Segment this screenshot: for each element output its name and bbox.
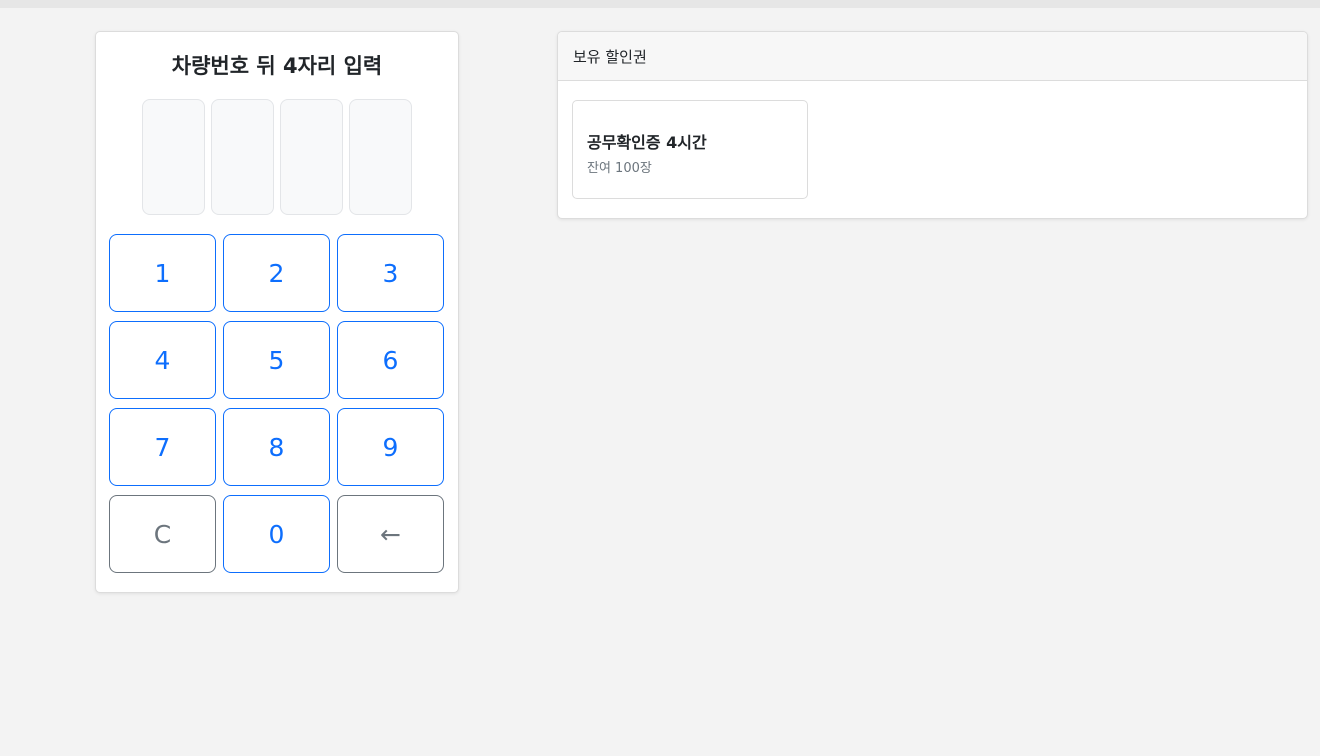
backspace-button[interactable]: ← [337,495,444,573]
coupon-name: 공무확인증 4시간 [587,133,707,152]
coupon-panel-header: 보유 할인권 [558,32,1307,81]
clear-button[interactable]: C [109,495,216,573]
key-9[interactable]: 9 [337,408,444,486]
digit-box-4 [349,99,412,215]
coupon-card[interactable]: 공무확인증 4시간 잔여 100장 [572,100,808,199]
key-1[interactable]: 1 [109,234,216,312]
key-6[interactable]: 6 [337,321,444,399]
key-8[interactable]: 8 [223,408,330,486]
key-5[interactable]: 5 [223,321,330,399]
digit-box-1 [142,99,205,215]
coupon-remaining: 잔여 100장 [587,161,652,176]
keypad-card: 차량번호 뒤 4자리 입력 1 2 3 4 5 6 7 8 9 C 0 ← [95,31,459,593]
top-bar [0,0,1320,8]
keypad-title: 차량번호 뒤 4자리 입력 [171,54,383,78]
coupon-panel: 보유 할인권 공무확인증 4시간 잔여 100장 [557,31,1308,219]
key-0[interactable]: 0 [223,495,330,573]
digit-box-3 [280,99,343,215]
key-7[interactable]: 7 [109,408,216,486]
key-4[interactable]: 4 [109,321,216,399]
key-3[interactable]: 3 [337,234,444,312]
digit-box-2 [211,99,274,215]
key-2[interactable]: 2 [223,234,330,312]
